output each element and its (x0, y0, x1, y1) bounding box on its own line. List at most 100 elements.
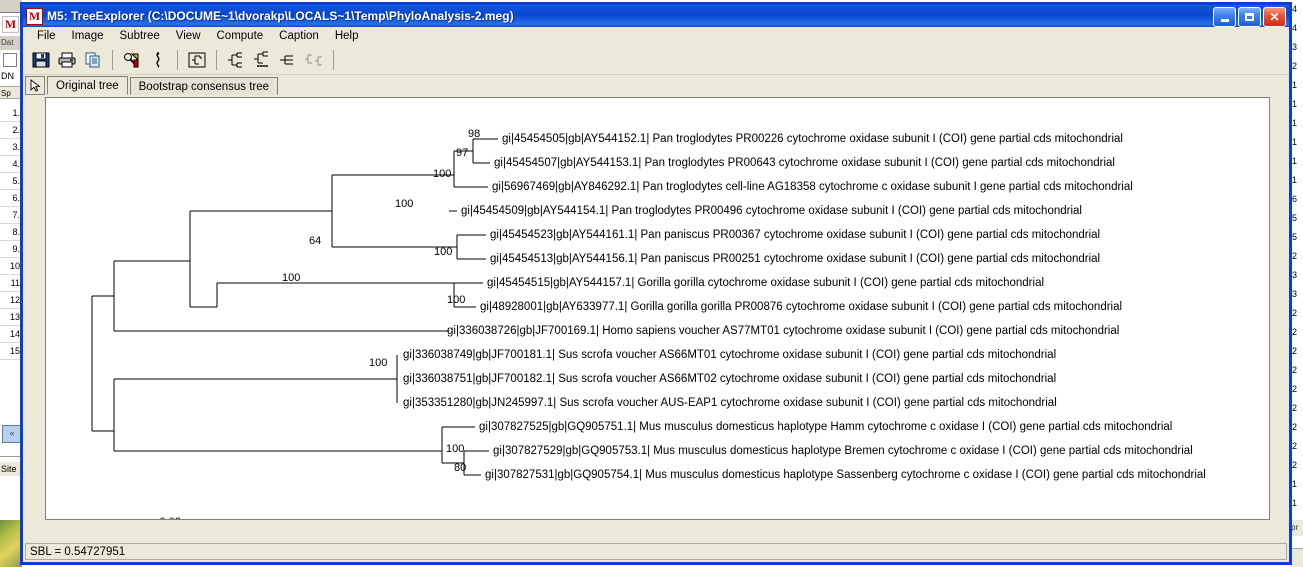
menu-item-view[interactable]: View (168, 29, 209, 43)
tab-original-tree[interactable]: Original tree (47, 76, 128, 95)
tab-bootstrap-consensus-tree[interactable]: Bootstrap consensus tree (129, 77, 279, 95)
background-row-number: 6. (0, 190, 22, 207)
tree-leaf-label[interactable]: gi|56967469|gb|AY846292.1| Pan troglodyt… (492, 181, 1133, 193)
background-row-number: 15 (0, 343, 22, 360)
close-button[interactable]: ✕ (1263, 7, 1286, 27)
tree-leaf-label[interactable]: gi|45454523|gb|AY544161.1| Pan paniscus … (490, 229, 1100, 241)
tab-strip: Original tree Bootstrap consensus tree (23, 75, 1289, 95)
save-icon (32, 52, 50, 68)
background-row-number: 14 (0, 326, 22, 343)
print-button[interactable] (55, 48, 79, 72)
bootstrap-value: 100 (369, 357, 388, 369)
branch-tool-button[interactable] (146, 48, 170, 72)
tabs-container: Original tree Bootstrap consensus tree (47, 76, 279, 95)
tree-leaf-label[interactable]: gi|336038726|gb|JF700169.1| Homo sapiens… (447, 325, 1119, 337)
minimize-icon (1220, 18, 1229, 22)
tree-layout-icon (228, 52, 242, 68)
background-row-number: 1. (0, 105, 22, 122)
menu-item-image[interactable]: Image (64, 29, 112, 43)
topology-only-icon (188, 52, 206, 68)
bootstrap-value: 100 (434, 246, 453, 258)
bootstrap-value: 100 (433, 168, 452, 180)
background-row-number: 8. (0, 224, 22, 241)
print-icon (58, 52, 76, 68)
copy-icon (85, 52, 100, 68)
pointer-tool-button[interactable] (25, 76, 45, 95)
tree-disabled-button (302, 48, 326, 72)
background-window-titlebar (0, 0, 22, 13)
menu-item-help[interactable]: Help (327, 29, 367, 43)
tree-leaf-label[interactable]: gi|307827531|gb|GQ905754.1| Mus musculus… (485, 469, 1206, 481)
tree-leaf-label[interactable]: gi|45454507|gb|AY544153.1| Pan troglodyt… (494, 157, 1115, 169)
pencil-tool-icon (124, 53, 139, 68)
menu-bar: File Image Subtree View Compute Caption Help (23, 27, 1289, 46)
tree-leaf-label[interactable]: gi|48928001|gb|AY633977.1| Gorilla goril… (480, 301, 1122, 313)
background-row-number: 3. (0, 139, 22, 156)
bootstrap-value: 100 (395, 198, 414, 210)
window-title: M5: TreeExplorer (C:\DOCUME~1\dvorakp\LO… (47, 9, 514, 23)
maximize-icon (1245, 13, 1254, 21)
background-tab-data: Dat (0, 36, 22, 50)
mega-logo-icon: M (2, 16, 19, 33)
bootstrap-value: 64 (309, 235, 322, 247)
tree-leaf-label[interactable]: gi|45454505|gb|AY544152.1| Pan troglodyt… (502, 133, 1123, 145)
bootstrap-value: 100 (282, 272, 301, 284)
tree-leaf-label[interactable]: gi|45454513|gb|AY544156.1| Pan paniscus … (490, 253, 1100, 265)
menu-item-caption[interactable]: Caption (271, 29, 327, 43)
background-row-number: 4. (0, 156, 22, 173)
menu-item-file[interactable]: File (29, 29, 64, 43)
save-button[interactable] (29, 48, 53, 72)
background-row-number: 7. (0, 207, 22, 224)
toolbar-separator (177, 50, 178, 70)
tree-scale-button[interactable] (250, 48, 274, 72)
title-bar: M M5: TreeExplorer (C:\DOCUME~1\dvorakp\… (23, 5, 1289, 27)
copy-button[interactable] (81, 48, 105, 72)
topology-only-button[interactable] (185, 48, 209, 72)
menu-item-compute[interactable]: Compute (209, 29, 272, 43)
tree-canvas[interactable]: gi|45454505|gb|AY544152.1| Pan troglodyt… (45, 97, 1270, 520)
tree-leaf-label[interactable]: gi|45454509|gb|AY544154.1| Pan troglodyt… (461, 205, 1082, 217)
tree-layout-button[interactable] (224, 48, 248, 72)
tree-compress-icon (280, 55, 293, 65)
background-row-number: 12 (0, 292, 22, 309)
background-dn-label: DN (1, 71, 14, 81)
tree-leaf-label[interactable]: gi|307827529|gb|GQ905753.1| Mus musculus… (493, 445, 1193, 457)
tree-disabled-icon (305, 54, 322, 66)
status-text: SBL = 0.54727951 (30, 545, 126, 558)
background-site-label: Site (0, 462, 22, 476)
tree-compress-button[interactable] (276, 48, 300, 72)
status-bar: SBL = 0.54727951 (25, 543, 1287, 560)
background-collapse-button: « (2, 425, 22, 443)
background-checkbox (3, 53, 17, 67)
tree-leaf-label[interactable]: gi|353351280|gb|JN245997.1| Sus scrofa v… (403, 397, 1057, 409)
maximize-button[interactable] (1238, 7, 1261, 27)
bootstrap-value: 100 (446, 443, 465, 455)
tree-leaf-label[interactable]: gi|336038749|gb|JF700181.1| Sus scrofa v… (403, 349, 1056, 361)
branch-tool-icon (156, 52, 160, 68)
background-row-number: 11 (0, 275, 22, 292)
toolbar-separator (333, 50, 334, 70)
window-controls: ✕ (1213, 7, 1286, 27)
toolbar-separator (216, 50, 217, 70)
bootstrap-value: 97 (456, 147, 469, 159)
tree-leaf-label[interactable]: gi|336038751|gb|JF700182.1| Sus scrofa v… (403, 373, 1056, 385)
bootstrap-value: 100 (447, 294, 466, 306)
background-alignment-window-left-strip: M Dat DN Sp 1. 2. 3. 4. 5. 6. 7. 8. 9. 10 11 12 13 14… (0, 0, 22, 567)
background-row-number: 13 (0, 309, 22, 326)
tree-scale-icon (254, 51, 268, 67)
tree-leaf-label[interactable]: gi|307827525|gb|GQ905751.1| Mus musculus… (479, 421, 1172, 433)
minimize-button[interactable] (1213, 7, 1236, 27)
tool-bar (23, 46, 1289, 75)
bootstrap-value: 98 (468, 128, 481, 140)
background-row-number: 2. (0, 122, 22, 139)
desktop-wallpaper-sliver (0, 520, 22, 567)
scale-bar-label: 0.02 (160, 516, 181, 519)
menu-item-subtree[interactable]: Subtree (112, 29, 168, 43)
tree-leaf-label[interactable]: gi|45454515|gb|AY544157.1| Gorilla goril… (487, 277, 1044, 289)
toolbar-separator (112, 50, 113, 70)
background-sp-label: Sp (0, 86, 22, 99)
pencil-tool-button[interactable] (120, 48, 144, 72)
background-row-number: 10 (0, 258, 22, 275)
mega-app-icon: M (26, 7, 43, 25)
cursor-arrow-icon (30, 79, 41, 92)
